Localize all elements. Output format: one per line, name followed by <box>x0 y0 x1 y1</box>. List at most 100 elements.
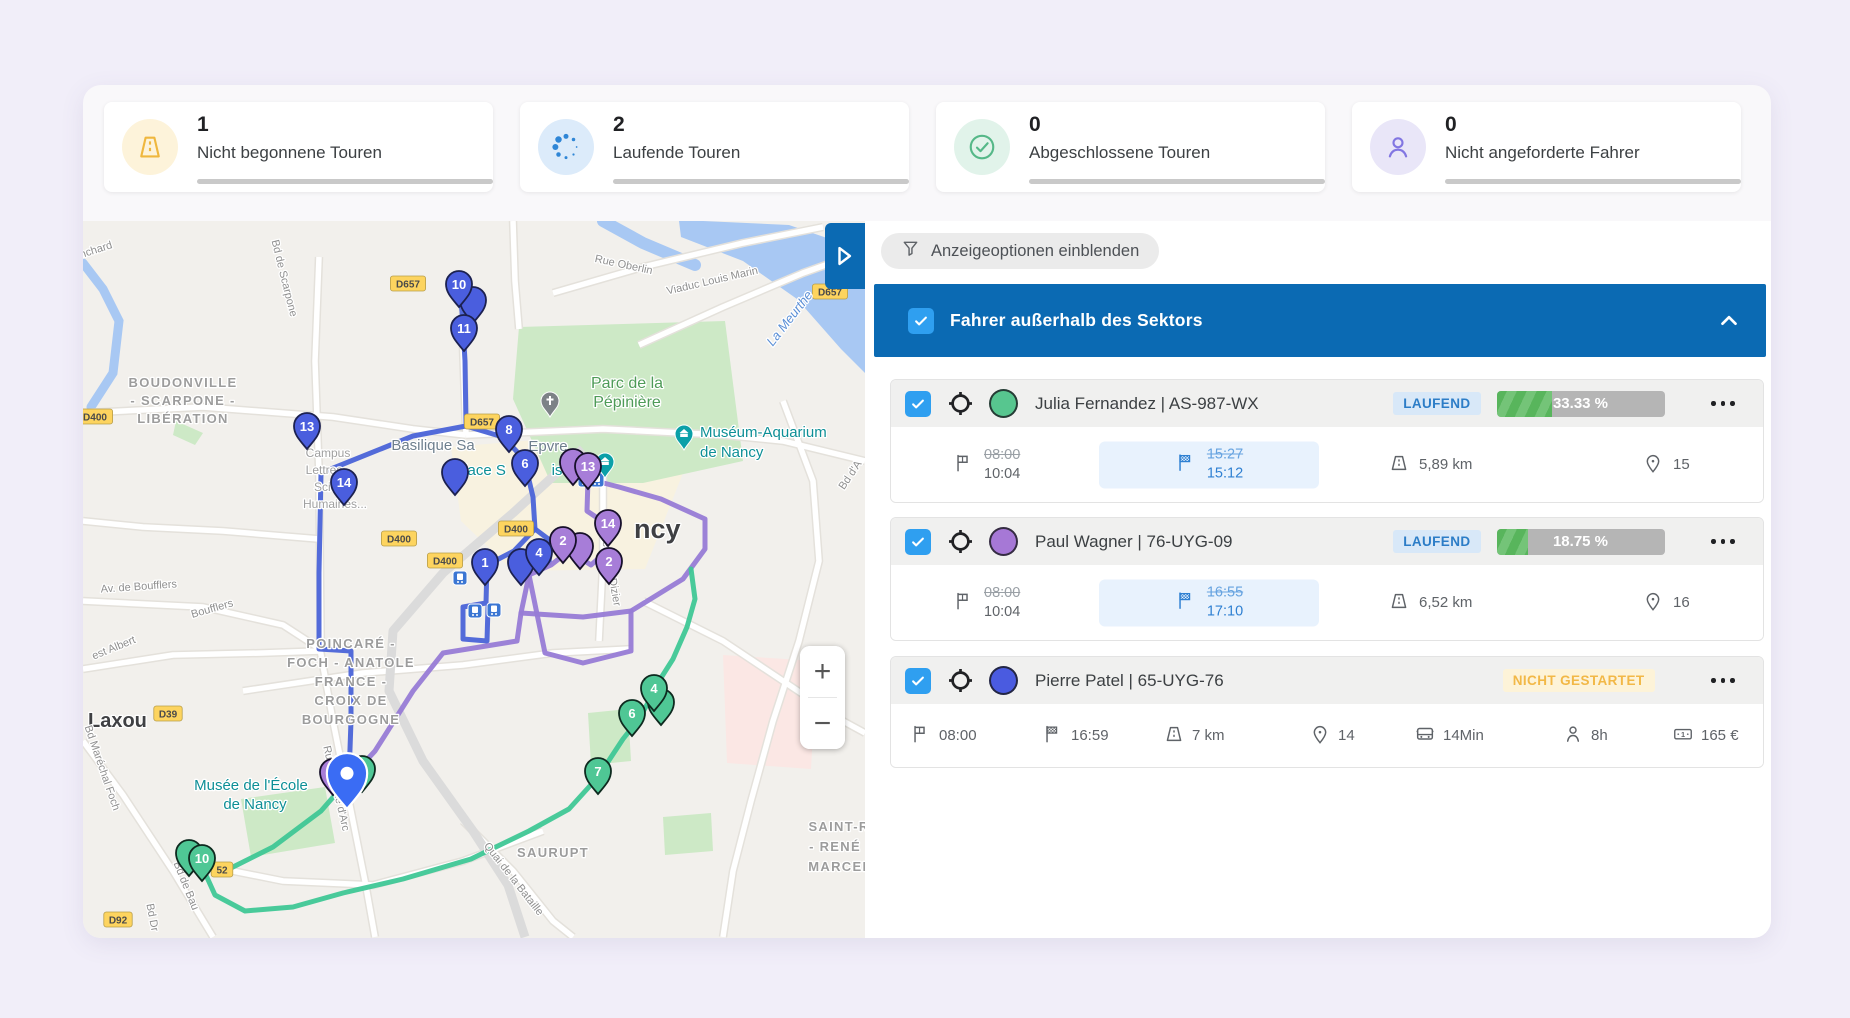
end-time-box: 15:2715:12 <box>1099 441 1319 488</box>
chevron-up-icon[interactable] <box>1716 308 1742 334</box>
map-label: Av. de Boufflers <box>100 578 178 595</box>
map-label: POINCARÉ - <box>306 636 396 651</box>
map-label: de Nancy <box>700 444 764 461</box>
stat-label: Nicht begonnene Touren <box>197 143 382 163</box>
driver-card: Julia Fernandez | AS-987-WXLAUFEND33.33 … <box>890 379 1764 503</box>
map-label: Laxou <box>88 710 147 732</box>
driver-checkbox[interactable] <box>905 668 931 694</box>
map-label: FOCH - ANATOLE <box>287 655 415 670</box>
locate-driver-icon[interactable] <box>947 390 974 417</box>
map-label: Boufflers <box>190 597 235 621</box>
end-time-box: 16:5517:10 <box>1099 579 1319 626</box>
map-stop-marker-number: 8 <box>505 422 512 437</box>
zoom-in-button[interactable]: + <box>800 646 845 697</box>
transit-station-icon <box>453 571 467 585</box>
road-badge-text: 52 <box>216 866 228 877</box>
sector-header[interactable]: Fahrer außerhalb des Sektors <box>874 284 1766 357</box>
stat-progress-track <box>613 179 909 184</box>
transit-station-icon <box>487 603 501 617</box>
display-options-button[interactable]: Anzeigeoptionen einblenden <box>881 233 1159 269</box>
planned-start-time: 08:00 <box>984 584 1020 603</box>
checkered-flag-icon <box>1175 452 1197 478</box>
driver-checkbox[interactable] <box>905 391 931 417</box>
end-time-group-value: 16:59 <box>1071 727 1109 744</box>
work-time-group-value: 8h <box>1591 727 1608 744</box>
map-label: CROIX DE <box>314 693 387 708</box>
checkered-flag-icon <box>1175 590 1197 616</box>
spinner-icon <box>538 119 594 175</box>
map-label: Bd Dr <box>143 902 160 932</box>
map-stop-marker-number: 10 <box>195 851 209 866</box>
driver-card: Paul Wagner | 76-UYG-09LAUFEND18.75 % 08:… <box>890 517 1764 641</box>
panel-collapse-button[interactable] <box>825 223 865 289</box>
row-menu-button[interactable] <box>1709 539 1738 544</box>
driver-checkbox[interactable] <box>905 529 931 555</box>
map-stop-marker-number: 13 <box>300 419 314 434</box>
driver-row[interactable]: Pierre Patel | 65-UYG-76NICHT GESTARTET <box>891 657 1763 704</box>
map-stop-marker[interactable]: 1 <box>472 549 498 585</box>
road-badge-text: D657 <box>470 418 494 429</box>
progress-label: 33.33 % <box>1497 391 1665 417</box>
driver-name: Julia Fernandez | AS-987-WX <box>1035 394 1259 414</box>
map-label: La Meurthe <box>763 288 815 349</box>
flag-icon <box>953 452 975 478</box>
map-river-stream-left <box>83 263 119 407</box>
map-label: SAINT-R <box>808 819 865 834</box>
transit-station-icon <box>468 604 482 618</box>
driver-details: 08:0010:0416:5517:106,52 km16 <box>891 565 1763 640</box>
map-label: Parc de la <box>591 375 663 392</box>
map-stop-marker-number: 4 <box>535 545 543 560</box>
map-label: Bd Maréchal Foch <box>83 724 122 812</box>
row-menu-button[interactable] <box>1709 678 1738 683</box>
actual-end-time: 15:12 <box>1207 465 1243 484</box>
distance-value: 5,89 km <box>1419 456 1472 473</box>
pin-icon <box>1642 452 1664 478</box>
driver-row[interactable]: Paul Wagner | 76-UYG-09LAUFEND18.75 % <box>891 518 1763 565</box>
panel-collapse-arrow-icon <box>834 245 856 267</box>
stat-card: 0Abgeschlossene Touren <box>936 102 1325 192</box>
stops-value: 15 <box>1673 456 1690 473</box>
planned-end-time: 15:27 <box>1207 446 1243 465</box>
map-stop-marker-number: 14 <box>337 475 352 490</box>
drive-time-group-value: 14Min <box>1443 727 1484 744</box>
stat-card: 0Nicht angeforderte Fahrer <box>1352 102 1741 192</box>
planned-start-time: 08:00 <box>984 446 1020 465</box>
actual-start-time: 10:04 <box>984 603 1020 622</box>
map-stop-marker-number: 2 <box>605 554 612 569</box>
driver-row[interactable]: Julia Fernandez | AS-987-WXLAUFEND33.33 … <box>891 380 1763 427</box>
map[interactable]: D657D657D400D400D400D400D39D9252D657BOUD… <box>83 221 865 938</box>
map-label: BOURGOGNE <box>302 712 400 727</box>
map-stop-marker-number: 6 <box>628 706 635 721</box>
pin-icon <box>1309 723 1331 749</box>
road-badge-text: D400 <box>83 413 107 424</box>
row-menu-button[interactable] <box>1709 401 1738 406</box>
map-stop-marker[interactable]: 11 <box>451 315 477 351</box>
stat-card: 1Nicht begonnene Touren <box>104 102 493 192</box>
driver-details: 08:0010:0415:2715:125,89 km15 <box>891 427 1763 502</box>
map-label: ncy <box>634 514 681 544</box>
van-icon <box>1414 723 1436 749</box>
driver-card: Pierre Patel | 65-UYG-76NICHT GESTARTET0… <box>890 656 1764 768</box>
locate-driver-icon[interactable] <box>947 528 974 555</box>
user-icon <box>1370 119 1426 175</box>
check-icon <box>909 672 927 690</box>
map-canvas[interactable]: D657D657D400D400D400D400D39D9252D657BOUD… <box>83 221 865 938</box>
map-label: Epvre <box>528 438 567 455</box>
road-icon <box>122 119 178 175</box>
cost-group-value: 165 € <box>1701 727 1739 744</box>
map-zoom-control: + − <box>800 646 845 749</box>
stats-row: 1Nicht begonnene Touren2Laufende Touren0… <box>104 102 1741 192</box>
zoom-out-button[interactable]: − <box>800 698 845 749</box>
road-badge: D657 <box>464 414 499 429</box>
map-stop-marker-number: 4 <box>650 681 658 696</box>
map-road <box>83 521 319 539</box>
map-label: LIBÉRATION <box>137 411 228 426</box>
driver-details: 08:0016:597 km1414Min8h1165 € <box>891 704 1763 767</box>
distance-value: 6,52 km <box>1419 594 1472 611</box>
map-stop-marker-number: 14 <box>601 516 616 531</box>
sector-checkbox[interactable] <box>908 308 934 334</box>
map-label: Muséum-Aquarium <box>700 424 827 441</box>
locate-driver-icon[interactable] <box>947 667 974 694</box>
map-stop-marker-number: 10 <box>452 277 466 292</box>
map-label: Campus <box>306 446 351 460</box>
